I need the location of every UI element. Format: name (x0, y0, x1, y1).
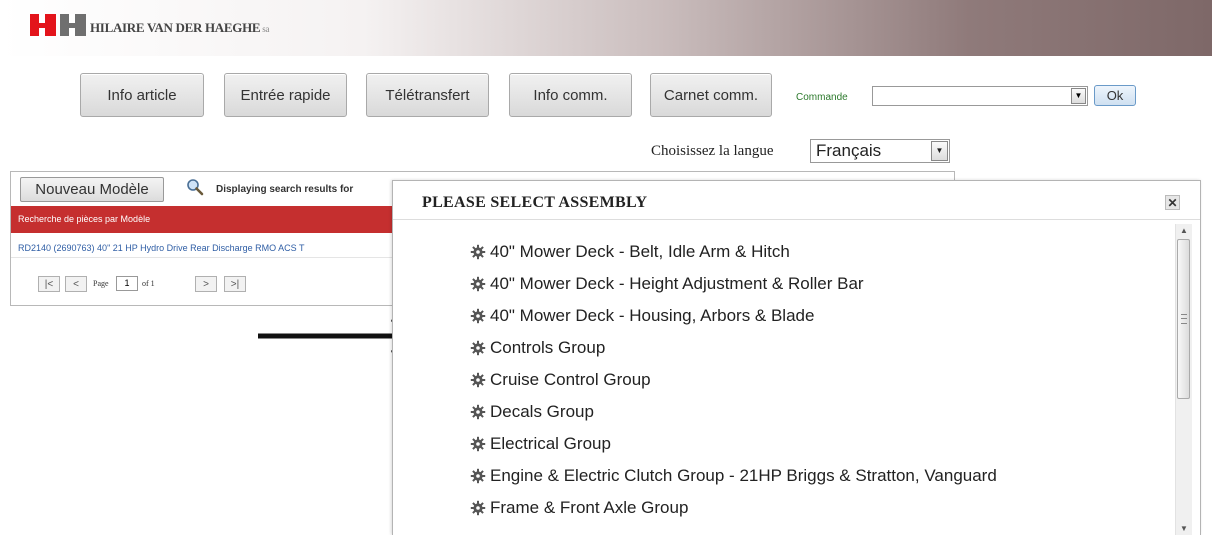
commande-select[interactable]: ▼ (872, 86, 1088, 106)
pagination: |< < Page 1 of 1 > >| (14, 272, 394, 298)
scrollbar[interactable]: ▲ ▼ (1175, 224, 1192, 535)
commande-label: Commande (796, 92, 848, 103)
language-select[interactable]: Français ▼ (810, 139, 950, 163)
ok-button[interactable]: Ok (1094, 85, 1136, 106)
scrollbar-thumb[interactable] (1177, 239, 1190, 399)
gear-icon (470, 276, 486, 292)
page-number-input[interactable]: 1 (116, 276, 138, 291)
assembly-item[interactable]: Electrical Group (470, 428, 997, 460)
assembly-item-label: 40" Mower Deck - Housing, Arbors & Blade (490, 306, 815, 325)
info-comm-button[interactable]: Info comm. (509, 73, 632, 117)
last-page-button[interactable]: >| (224, 276, 246, 292)
dropdown-arrow-icon[interactable]: ▼ (1071, 88, 1086, 104)
gear-icon (470, 308, 486, 324)
scroll-down-icon[interactable]: ▼ (1180, 524, 1188, 533)
dropdown-arrow-icon[interactable]: ▼ (931, 141, 948, 161)
gear-icon (470, 340, 486, 356)
gear-icon (470, 436, 486, 452)
search-results-caption: Displaying search results for (216, 184, 354, 195)
assembly-item[interactable]: Engine & Electric Clutch Group - 21HP Br… (470, 460, 997, 492)
dialog-divider (393, 219, 1200, 220)
assembly-item[interactable]: Frame & Front Axle Group (470, 492, 997, 524)
assembly-dialog: PLEASE SELECT ASSEMBLY ✕ 40" Mower Deck … (392, 180, 1201, 535)
gear-icon (470, 372, 486, 388)
search-icon[interactable] (186, 178, 204, 196)
assembly-item-label: Cruise Control Group (490, 370, 651, 389)
assembly-item-label: Decals Group (490, 402, 594, 421)
prev-page-button[interactable]: < (65, 276, 87, 292)
app-header: HILAIRE VAN DER HAEGHE sa (0, 0, 1212, 56)
assembly-item-label: 40" Mower Deck - Height Adjustment & Rol… (490, 274, 864, 293)
next-page-button[interactable]: > (195, 276, 217, 292)
assembly-item[interactable]: Cruise Control Group (470, 364, 997, 396)
carnet-comm-button[interactable]: Carnet comm. (650, 73, 772, 117)
assembly-item-label: Controls Group (490, 338, 606, 357)
gear-icon (470, 244, 486, 260)
assembly-item-label: Engine & Electric Clutch Group - 21HP Br… (490, 466, 997, 485)
gear-icon (470, 500, 486, 516)
close-icon[interactable]: ✕ (1165, 195, 1180, 210)
section-title-bar: Recherche de pièces par Modèle (11, 206, 395, 233)
assembly-item[interactable]: Controls Group (470, 332, 997, 364)
language-label: Choisissez la langue (651, 143, 774, 159)
assembly-item[interactable]: 40" Mower Deck - Height Adjustment & Rol… (470, 268, 997, 300)
entree-rapide-button[interactable]: Entrée rapide (224, 73, 347, 117)
gear-icon (470, 468, 486, 484)
company-logo (30, 14, 88, 36)
info-article-button[interactable]: Info article (80, 73, 204, 117)
assembly-item[interactable]: 40" Mower Deck - Belt, Idle Arm & Hitch (470, 236, 997, 268)
gear-icon (470, 404, 486, 420)
new-model-button[interactable]: Nouveau Modèle (20, 177, 164, 202)
brand-name: HILAIRE VAN DER HAEGHE sa (90, 20, 270, 35)
page-count-label: of 1 (142, 279, 155, 288)
dialog-title: PLEASE SELECT ASSEMBLY (422, 194, 648, 211)
assembly-item-label: 40" Mower Deck - Belt, Idle Arm & Hitch (490, 242, 790, 261)
assembly-item-label: Frame & Front Axle Group (490, 498, 689, 517)
page-label: Page (93, 279, 109, 288)
assembly-item[interactable]: Decals Group (470, 396, 997, 428)
assembly-item[interactable]: 40" Mower Deck - Housing, Arbors & Blade (470, 300, 997, 332)
assembly-item-label: Electrical Group (490, 434, 611, 453)
assembly-list: 40" Mower Deck - Belt, Idle Arm & Hitch 4… (470, 236, 997, 524)
scroll-up-icon[interactable]: ▲ (1180, 226, 1188, 235)
first-page-button[interactable]: |< (38, 276, 60, 292)
model-result-link[interactable]: RD2140 (2690763) 40" 21 HP Hydro Drive R… (11, 238, 395, 258)
teletransfert-button[interactable]: Télétransfert (366, 73, 489, 117)
